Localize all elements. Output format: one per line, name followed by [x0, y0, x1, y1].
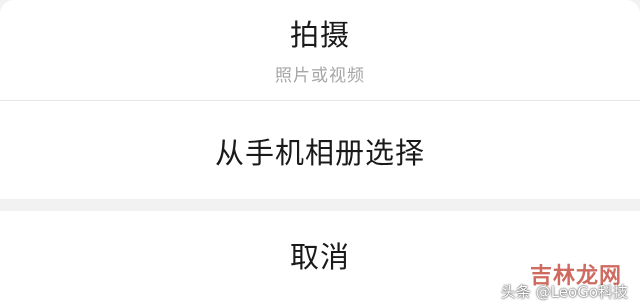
- camera-option-sublabel: 照片或视频: [275, 65, 365, 86]
- cancel-separator: [0, 199, 640, 211]
- choose-from-album-option[interactable]: 从手机相册选择: [0, 101, 640, 199]
- choose-from-album-label: 从手机相册选择: [214, 135, 425, 170]
- camera-option-label: 拍摄: [289, 18, 350, 53]
- cancel-button-label: 取消: [289, 240, 350, 275]
- action-sheet: 拍摄 照片或视频 从手机相册选择 取消 吉林龙网 头条 @LeoGo科技: [0, 0, 640, 308]
- camera-option[interactable]: 拍摄 照片或视频: [0, 0, 640, 100]
- source-watermark: 头条 @LeoGo科技: [500, 283, 628, 301]
